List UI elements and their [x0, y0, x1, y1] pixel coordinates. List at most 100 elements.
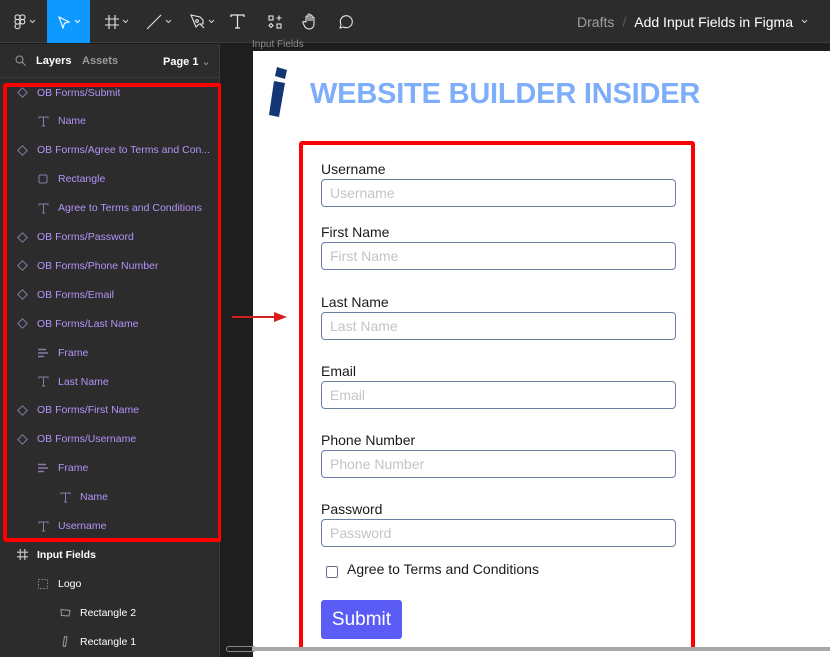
layer-label: Frame — [58, 346, 89, 359]
move-tool-button[interactable] — [47, 0, 90, 43]
layer-row[interactable]: Input Fields — [0, 540, 220, 569]
scrollbar-thumb[interactable] — [252, 647, 830, 651]
terms-checkbox-label[interactable]: Agree to Terms and Conditions — [347, 561, 539, 577]
line-tool-button[interactable] — [143, 0, 175, 43]
text-tool-button[interactable] — [226, 0, 248, 43]
frame-tool-button[interactable] — [100, 0, 134, 43]
text-input[interactable]: Username — [321, 179, 676, 207]
text-icon — [229, 14, 245, 29]
resources-tool-button[interactable] — [264, 0, 286, 43]
chevron-down-icon[interactable] — [801, 19, 808, 24]
layer-row[interactable]: Username — [0, 512, 220, 541]
layer-row[interactable]: Frame — [0, 338, 220, 367]
layer-row[interactable]: Last Name — [0, 367, 220, 396]
layer-row[interactable]: Name — [0, 107, 220, 136]
layer-row[interactable]: Frame — [0, 454, 220, 483]
field-label: Phone Number — [321, 432, 416, 448]
layer-label: OB Forms/Agree to Terms and Con... — [37, 144, 211, 157]
layer-row[interactable]: Rectangle 1 — [0, 627, 220, 656]
field-label: First Name — [321, 224, 390, 240]
text-icon — [36, 114, 50, 128]
page-selector[interactable]: Page 1 ⌄ — [163, 55, 211, 68]
layer-row[interactable]: OB Forms/Phone Number — [0, 251, 220, 280]
hand-icon — [302, 13, 315, 30]
text-input[interactable]: Phone Number — [321, 450, 676, 478]
layer-row[interactable]: OB Forms/Last Name — [0, 309, 220, 338]
figma-logo-icon — [14, 13, 26, 29]
text-input[interactable]: Password — [321, 519, 676, 547]
chevron-down-icon — [122, 19, 129, 24]
layer-row[interactable]: OB Forms/Username — [0, 425, 220, 454]
auto-layout-icon — [36, 461, 50, 475]
layer-row[interactable]: OB Forms/Email — [0, 280, 220, 309]
layer-label: OB Forms/Email — [37, 288, 115, 301]
input-placeholder: First Name — [330, 248, 399, 264]
component-diamond-icon — [15, 143, 29, 157]
layer-row[interactable]: Rectangle — [0, 165, 220, 194]
comment-icon — [339, 14, 353, 29]
input-placeholder: Email — [330, 387, 366, 403]
terms-checkbox[interactable] — [326, 566, 338, 578]
logo-text: WEBSITE BUILDER INSIDER — [310, 78, 701, 110]
layer-row[interactable]: OB Forms/Password — [0, 223, 220, 252]
text-icon — [36, 519, 50, 533]
field-label: Email — [321, 363, 357, 379]
text-input[interactable]: Last Name — [321, 312, 676, 340]
tab-assets[interactable]: Assets — [82, 55, 118, 67]
line-icon — [146, 14, 162, 29]
component-diamond-icon — [15, 317, 29, 331]
layer-row[interactable]: OB Forms/First Name — [0, 396, 220, 425]
component-diamond-icon — [15, 86, 29, 100]
file-name[interactable]: Add Input Fields in Figma — [634, 14, 793, 30]
skewed-rectangle-icon — [58, 606, 72, 620]
layer-label: OB Forms/Password — [37, 231, 134, 243]
input-placeholder: Last Name — [330, 318, 398, 334]
rectangle-icon — [36, 172, 50, 186]
tab-layers[interactable]: Layers — [36, 55, 71, 67]
chevron-down-icon — [208, 19, 214, 24]
search-icon[interactable] — [15, 55, 26, 66]
layer-label: OB Forms/Phone Number — [37, 259, 159, 272]
hand-tool-button[interactable] — [299, 0, 321, 43]
text-icon — [36, 375, 50, 389]
layer-row[interactable]: OB Forms/Submit — [0, 78, 220, 107]
pen-icon — [189, 14, 204, 29]
chevron-down-icon — [165, 19, 172, 24]
layer-label: Name — [58, 115, 87, 128]
text-input[interactable]: Email — [321, 381, 676, 409]
canvas[interactable]: Input Fields WEBSITE BUILDER INSIDER Pas… — [221, 39, 830, 657]
annotation-arrow-icon — [232, 312, 287, 322]
input-fields-frame[interactable]: WEBSITE BUILDER INSIDER Password Password… — [253, 51, 830, 657]
frame-hash-icon — [15, 548, 29, 562]
layer-row[interactable]: OB Forms/Agree to Terms and Con... — [0, 136, 220, 165]
breadcrumb: Drafts / Add Input Fields in Figma — [577, 0, 808, 43]
layer-row[interactable]: Rectangle 2 — [0, 598, 220, 627]
component-diamond-icon — [15, 230, 29, 244]
layer-label: OB Forms/Username — [37, 433, 137, 446]
layer-label: Input Fields — [37, 548, 96, 561]
toolbar: Drafts / Add Input Fields in Figma — [0, 0, 830, 43]
panel-tabs: Layers Assets Page 1 ⌄ — [0, 44, 220, 78]
frame-label[interactable]: Input Fields — [252, 39, 304, 50]
submit-button[interactable]: Submit — [321, 600, 402, 639]
breadcrumb-drafts[interactable]: Drafts — [577, 14, 614, 30]
breadcrumb-separator: / — [622, 13, 627, 30]
layer-row[interactable]: Agree to Terms and Conditions — [0, 194, 220, 223]
layer-label: OB Forms/First Name — [37, 404, 140, 417]
main-menu-button[interactable] — [6, 0, 44, 43]
logo-i-mark-icon — [269, 67, 287, 117]
layer-row[interactable]: Logo — [0, 569, 220, 598]
horizontal-scrollbar[interactable] — [226, 646, 830, 652]
signup-form: Password Password Phone Number Phone Number… — [299, 141, 695, 651]
input-placeholder: Username — [330, 185, 395, 201]
chevron-down-icon — [74, 19, 80, 24]
slanted-bar-icon — [58, 635, 72, 649]
layer-label: Rectangle — [58, 173, 106, 186]
comment-tool-button[interactable] — [335, 0, 357, 43]
layer-row[interactable]: Name — [0, 483, 220, 512]
text-input[interactable]: First Name — [321, 242, 676, 270]
component-diamond-icon — [15, 288, 29, 302]
pen-tool-button[interactable] — [186, 0, 218, 43]
field-label: Password — [321, 501, 383, 517]
field-label: Last Name — [321, 294, 389, 310]
